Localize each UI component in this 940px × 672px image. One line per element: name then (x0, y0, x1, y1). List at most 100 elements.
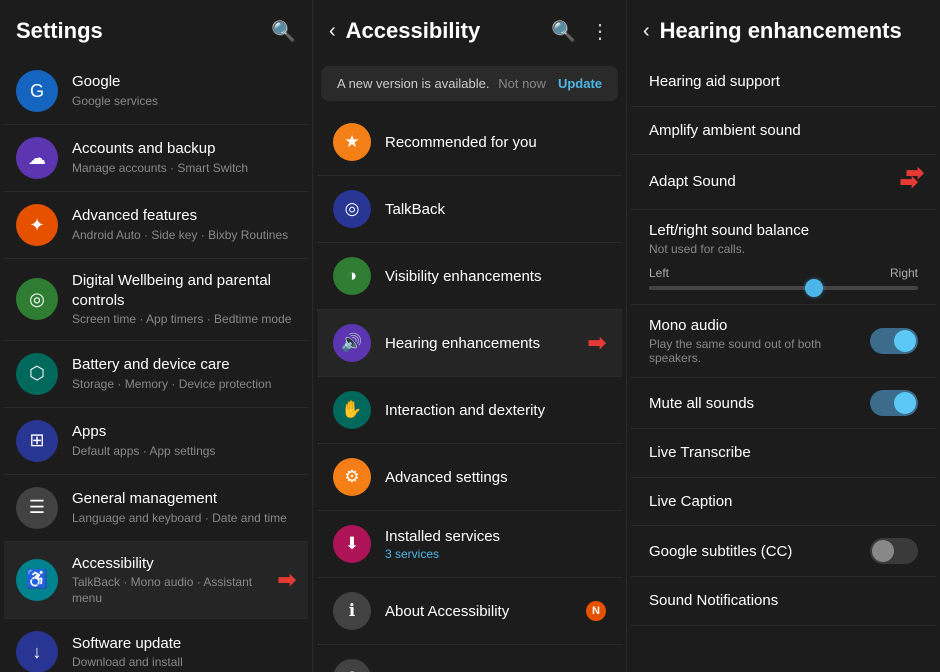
acc-icon-advanced: ⚙ (333, 458, 371, 496)
slider-thumb-lr_balance[interactable] (805, 279, 823, 297)
toggle-info-mute_all: Mute all sounds (649, 395, 870, 412)
toggle-google_subtitles[interactable] (870, 538, 918, 564)
item-subtitle-general: Language and keyboard · Date and time (72, 511, 296, 527)
settings-item-wellbeing[interactable]: ◎ Digital Wellbeing and parental control… (4, 259, 308, 341)
icon-apps: ⊞ (16, 420, 58, 462)
red-arrow-accessibility: ➡ (278, 567, 296, 593)
acc-text-hearing: Hearing enhancements (385, 335, 574, 352)
acc-subtitle-installed: 3 services (385, 547, 606, 561)
item-subtitle-software: Download and install (72, 655, 296, 671)
item-subtitle-apps: Default apps · App settings (72, 444, 296, 460)
left-panel-title: Settings (16, 18, 103, 44)
acc-title-installed: Installed services (385, 528, 606, 545)
toggle-row-mono_audio[interactable]: Mono audio Play the same sound out of bo… (631, 305, 936, 378)
toggle-mute_all[interactable] (870, 390, 918, 416)
slider-track-lr_balance[interactable] (649, 286, 918, 290)
right-title-live_transcribe: Live Transcribe (649, 443, 918, 463)
right-title-amplify: Amplify ambient sound (649, 121, 918, 141)
acc-title-about: About Accessibility (385, 603, 572, 620)
settings-item-general[interactable]: ☰ General management Language and keyboa… (4, 475, 308, 542)
right-item-sound_notifications[interactable]: Sound Notifications (631, 577, 936, 626)
item-text-google: Google Google services (72, 72, 296, 109)
right-item-hearing_aid[interactable]: Hearing aid support (631, 58, 936, 107)
toggle-mono_audio[interactable] (870, 328, 918, 354)
right-item-adapt_sound[interactable]: Adapt Sound ➡ ➡ (631, 155, 936, 210)
acc-item-talkback[interactable]: ◎ TalkBack (317, 176, 622, 243)
badge-about: N (586, 601, 606, 621)
acc-icon-contact: ? (333, 659, 371, 672)
update-button[interactable]: Update (558, 76, 602, 91)
slider-lr_balance[interactable]: Left/right sound balance Not used for ca… (631, 210, 936, 305)
settings-item-advanced[interactable]: ✦ Advanced features Android Auto · Side … (4, 192, 308, 259)
slider-subtitle-lr_balance: Not used for calls. (649, 242, 918, 256)
settings-item-battery[interactable]: ⬡ Battery and device care Storage · Memo… (4, 341, 308, 408)
update-text: A new version is available. (337, 76, 489, 91)
middle-panel-title: Accessibility (346, 18, 481, 44)
accessibility-list: ★ Recommended for you ◎ TalkBack ◑ Visib… (313, 109, 626, 672)
settings-list: G Google Google services ☁ Accounts and … (0, 58, 312, 672)
toggle-info-mono_audio: Mono audio Play the same sound out of bo… (649, 317, 870, 365)
icon-google: G (16, 70, 58, 112)
acc-title-visibility: Visibility enhancements (385, 268, 606, 285)
item-title-advanced: Advanced features (72, 206, 296, 226)
item-text-apps: Apps Default apps · App settings (72, 422, 296, 459)
middle-header-back: ‹ Accessibility (329, 18, 480, 44)
acc-icon-installed: ⬇ (333, 525, 371, 563)
acc-item-contact[interactable]: ? Contact us (317, 645, 622, 672)
item-subtitle-accounts: Manage accounts · Smart Switch (72, 161, 296, 177)
right-header: ‹ Hearing enhancements (627, 0, 940, 58)
right-item-live_caption[interactable]: Live Caption (631, 478, 936, 527)
toggle-row-mute_all[interactable]: Mute all sounds (631, 378, 936, 429)
item-text-wellbeing: Digital Wellbeing and parental controls … (72, 271, 296, 328)
settings-item-apps[interactable]: ⊞ Apps Default apps · App settings (4, 408, 308, 475)
acc-icon-about: ℹ (333, 592, 371, 630)
acc-item-hearing[interactable]: 🔊 Hearing enhancements ➡ (317, 310, 622, 377)
item-title-google: Google (72, 72, 296, 92)
toggle-subtitle-mono_audio: Play the same sound out of both speakers… (649, 337, 858, 365)
acc-text-talkback: TalkBack (385, 201, 606, 218)
middle-more-button[interactable]: ⋮ (590, 19, 610, 44)
update-banner: A new version is available. Not now Upda… (321, 66, 618, 101)
not-now-button[interactable]: Not now (498, 76, 546, 91)
settings-item-google[interactable]: G Google Google services (4, 58, 308, 125)
item-subtitle-wellbeing: Screen time · App timers · Bedtime mode (72, 312, 296, 328)
toggle-info-google_subtitles: Google subtitles (CC) (649, 543, 870, 560)
acc-item-about[interactable]: ℹ About Accessibility N (317, 578, 622, 645)
acc-text-about: About Accessibility (385, 603, 572, 620)
item-title-accounts: Accounts and backup (72, 139, 296, 159)
left-search-button[interactable]: 🔍 (271, 19, 296, 44)
toggle-row-google_subtitles[interactable]: Google subtitles (CC) (631, 526, 936, 577)
item-text-advanced: Advanced features Android Auto · Side ke… (72, 206, 296, 243)
right-back-button[interactable]: ‹ (643, 20, 650, 43)
toggle-title-google_subtitles: Google subtitles (CC) (649, 543, 858, 560)
settings-item-software[interactable]: ↓ Software update Download and install (4, 619, 308, 672)
acc-item-advanced[interactable]: ⚙ Advanced settings (317, 444, 622, 511)
icon-software: ↓ (16, 631, 58, 672)
right-title-sound_notifications: Sound Notifications (649, 591, 918, 611)
acc-icon-recommended: ★ (333, 123, 371, 161)
right-title-live_caption: Live Caption (649, 492, 918, 512)
settings-item-accessibility[interactable]: ♿ Accessibility TalkBack · Mono audio · … (4, 542, 308, 620)
icon-wellbeing: ◎ (16, 278, 58, 320)
right-item-live_transcribe[interactable]: Live Transcribe (631, 429, 936, 478)
acc-icon-interaction: ✋ (333, 391, 371, 429)
slider-left-label-lr_balance: Left (649, 266, 669, 280)
acc-title-hearing: Hearing enhancements (385, 335, 574, 352)
middle-back-button[interactable]: ‹ (329, 20, 336, 43)
acc-item-recommended[interactable]: ★ Recommended for you (317, 109, 622, 176)
right-header-back: ‹ Hearing enhancements (643, 18, 902, 44)
right-item-amplify[interactable]: Amplify ambient sound (631, 107, 936, 156)
acc-title-advanced: Advanced settings (385, 469, 606, 486)
icon-battery: ⬡ (16, 353, 58, 395)
acc-item-installed[interactable]: ⬇ Installed services 3 services (317, 511, 622, 578)
settings-item-accounts[interactable]: ☁ Accounts and backup Manage accounts · … (4, 125, 308, 192)
icon-accounts: ☁ (16, 137, 58, 179)
acc-text-visibility: Visibility enhancements (385, 268, 606, 285)
acc-icon-talkback: ◎ (333, 190, 371, 228)
toggle-knob-google_subtitles (872, 540, 894, 562)
middle-search-button[interactable]: 🔍 (551, 19, 576, 44)
acc-item-interaction[interactable]: ✋ Interaction and dexterity (317, 377, 622, 444)
toggle-title-mono_audio: Mono audio (649, 317, 858, 334)
middle-header-icons: 🔍 ⋮ (551, 19, 610, 44)
acc-item-visibility[interactable]: ◑ Visibility enhancements (317, 243, 622, 310)
